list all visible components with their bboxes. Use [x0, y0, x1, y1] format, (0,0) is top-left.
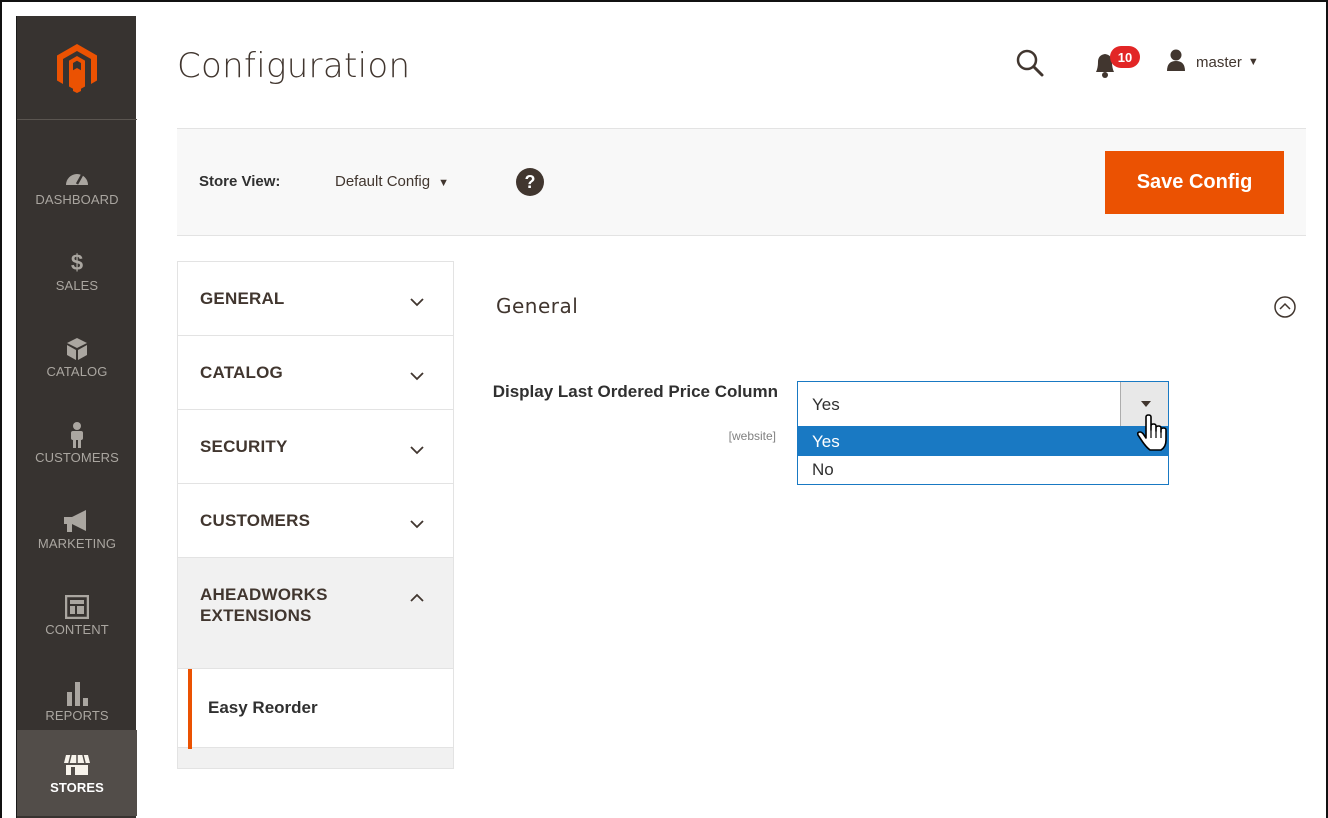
subtab-easy-reorder[interactable]: Easy Reorder [178, 668, 453, 749]
tab-catalog[interactable]: CATALOG [178, 336, 453, 410]
tab-label: CUSTOMERS [200, 510, 311, 530]
magento-logo-icon[interactable] [17, 16, 137, 120]
sidebar-item-sales[interactable]: $ SALES [17, 228, 137, 314]
tab-security[interactable]: SECURITY [178, 410, 453, 484]
sidebar-item-label: CATALOG [46, 363, 108, 379]
search-icon[interactable] [1014, 47, 1046, 79]
section-title[interactable]: General [496, 294, 578, 318]
user-icon [1166, 49, 1186, 75]
megaphone-icon [62, 508, 92, 534]
box-icon [66, 336, 88, 362]
store-icon [63, 752, 91, 778]
caret-down-icon [1141, 401, 1151, 407]
sidebar-item-catalog[interactable]: CATALOG [17, 314, 137, 400]
notification-count-badge[interactable]: 10 [1110, 46, 1140, 68]
layout-icon [65, 594, 89, 620]
save-config-button[interactable]: Save Config [1105, 151, 1284, 214]
caret-down-icon: ▼ [1247, 56, 1259, 68]
store-view-value: Default Config [335, 173, 431, 190]
collapse-circle-icon[interactable] [1272, 294, 1298, 320]
subtab-spacer [178, 748, 453, 768]
sidebar-item-marketing[interactable]: MARKETING [17, 486, 137, 572]
chevron-down-icon [410, 514, 424, 534]
chevron-down-icon [410, 440, 424, 460]
tab-aheadworks-extensions[interactable]: AHEADWORKS EXTENSIONS [178, 558, 453, 654]
person-icon [69, 421, 85, 448]
page-title: Configuration [177, 46, 411, 86]
tab-general[interactable]: GENERAL [178, 262, 453, 336]
sidebar-item-label: REPORTS [45, 707, 109, 723]
select-options-list: Yes No [797, 427, 1169, 485]
sidebar-item-label: SALES [55, 277, 99, 293]
sidebar-item-label: MARKETING [37, 535, 117, 551]
user-name: master [1196, 53, 1242, 71]
tab-label: SECURITY [200, 436, 288, 456]
select-value: Yes [812, 395, 840, 414]
chevron-down-icon [410, 292, 424, 312]
sidebar-item-label: CONTENT [45, 621, 109, 637]
dashboard-gauge-icon [64, 164, 90, 190]
sidebar-item-customers[interactable]: CUSTOMERS [17, 400, 137, 486]
dollar-icon: $ [70, 249, 84, 275]
store-view-label: Store View: [199, 173, 281, 190]
subtab-spacer [178, 654, 453, 668]
chevron-down-icon [410, 366, 424, 386]
store-view-switcher[interactable]: Default Config ▼ [335, 173, 449, 190]
tab-label: GENERAL [200, 288, 285, 308]
help-icon[interactable]: ? [516, 168, 544, 196]
chevron-up-icon [410, 586, 424, 607]
sidebar-item-label: STORES [50, 779, 104, 795]
config-tabs: GENERAL CATALOG SECURITY CUSTOMERS AHEAD… [177, 261, 454, 769]
option-no[interactable]: No [798, 456, 1168, 484]
sidebar-item-content[interactable]: CONTENT [17, 572, 137, 658]
tab-label: AHEADWORKS EXTENSIONS [200, 585, 328, 625]
app-frame: DASHBOARD $ SALES CATALOG CUSTOMERS MARK… [0, 0, 1328, 818]
option-yes[interactable]: Yes [798, 428, 1168, 456]
sidebar-item-label: DASHBOARD [35, 191, 119, 207]
admin-sidebar: DASHBOARD $ SALES CATALOG CUSTOMERS MARK… [16, 16, 137, 818]
bar-chart-icon [65, 680, 89, 706]
hand-pointer-icon [1136, 414, 1170, 452]
tab-customers[interactable]: CUSTOMERS [178, 484, 453, 558]
sidebar-item-label: CUSTOMERS [35, 449, 119, 465]
sidebar-item-dashboard[interactable]: DASHBOARD [17, 142, 137, 228]
store-view-bar: Store View: Default Config ▼ ? Save Confi… [177, 128, 1306, 236]
tab-label: CATALOG [200, 362, 283, 382]
last-ordered-price-select[interactable]: Yes [797, 381, 1169, 427]
user-account-menu[interactable]: master ▼ [1166, 48, 1259, 76]
caret-down-icon: ▼ [438, 177, 449, 189]
field-scope: [website] [728, 429, 776, 443]
sidebar-item-stores[interactable]: STORES [17, 730, 137, 816]
field-label: Display Last Ordered Price Column [492, 382, 778, 401]
subtab-label: Easy Reorder [208, 698, 318, 717]
